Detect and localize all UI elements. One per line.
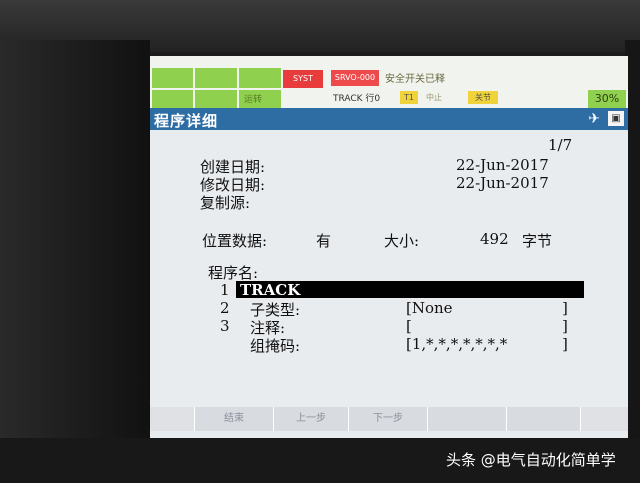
program-line-status: TRACK 行0 — [333, 94, 381, 104]
watermark: 头条 @电气自动化简单学 — [446, 451, 616, 469]
mode-icon: ▣ — [608, 111, 624, 126]
pendant-bezel-left — [0, 40, 150, 483]
row-number: 2 — [220, 299, 230, 317]
status-bar: 运转 SYST SRVO-000 安全开关已释 TRACK 行0 T1 中止 关… — [150, 56, 628, 108]
program-name-label: 程序名: — [208, 264, 259, 282]
group-mask-field[interactable]: [1,*,*,*,*,*,*,* — [406, 335, 507, 353]
function-key-bar: 结束 上一步 下一步 — [150, 407, 628, 431]
alarm-text: 安全开关已释 — [385, 74, 445, 85]
size-label: 大小: — [384, 232, 420, 250]
created-value: 22-Jun-2017 — [456, 156, 549, 174]
led-label: 运转 — [244, 95, 263, 105]
program-name-field[interactable]: TRACK — [240, 281, 300, 299]
teach-pendant-screen: 运转 SYST SRVO-000 安全开关已释 TRACK 行0 T1 中止 关… — [150, 56, 628, 438]
row-number: 3 — [220, 317, 230, 335]
status-led — [152, 68, 193, 88]
comment-field[interactable]: [ — [406, 317, 412, 335]
next-button[interactable]: 下一步 — [349, 407, 428, 431]
comment-bracket: ] — [562, 317, 568, 335]
function-key-f6[interactable] — [581, 407, 628, 431]
function-key-f0[interactable] — [150, 407, 195, 431]
status-led — [152, 90, 193, 108]
stop-status: 中止 — [426, 93, 442, 102]
end-button[interactable]: 结束 — [195, 407, 274, 431]
function-key-f5[interactable] — [507, 407, 581, 431]
group-mask-bracket: ] — [562, 335, 568, 353]
prev-button[interactable]: 上一步 — [274, 407, 349, 431]
size-value: 492 — [480, 230, 509, 248]
row-number: 1 — [220, 281, 230, 299]
title-bar: 程序详细 ✈ ▣ — [150, 108, 628, 130]
robot-arm-icon: ✈ — [588, 111, 600, 127]
status-led — [195, 90, 237, 108]
subtype-field[interactable]: [None — [406, 299, 453, 317]
size-unit: 字节 — [522, 232, 553, 250]
coord-indicator: 关节 — [468, 91, 498, 104]
program-detail-panel: 1/7 创建日期: 22-Jun-2017 修改日期: 22-Jun-2017 … — [150, 130, 628, 406]
group-mask-label: 组掩码: — [250, 337, 301, 355]
subtype-bracket: ] — [562, 299, 568, 317]
mode-indicator: T1 — [400, 91, 418, 104]
page-indicator: 1/7 — [548, 136, 573, 154]
copy-source-label: 复制源: — [200, 194, 251, 212]
position-data-value: 有 — [316, 232, 332, 250]
status-led — [195, 68, 237, 88]
function-key-f4[interactable] — [428, 407, 507, 431]
screen-title: 程序详细 — [154, 112, 219, 130]
override-percent[interactable]: 30% — [588, 90, 626, 108]
modified-value: 22-Jun-2017 — [456, 174, 549, 192]
status-led — [239, 68, 281, 88]
position-data-label: 位置数据: — [202, 232, 268, 250]
emergency-indicator: SYST — [283, 70, 323, 88]
alarm-code: SRVO-000 — [331, 70, 379, 86]
